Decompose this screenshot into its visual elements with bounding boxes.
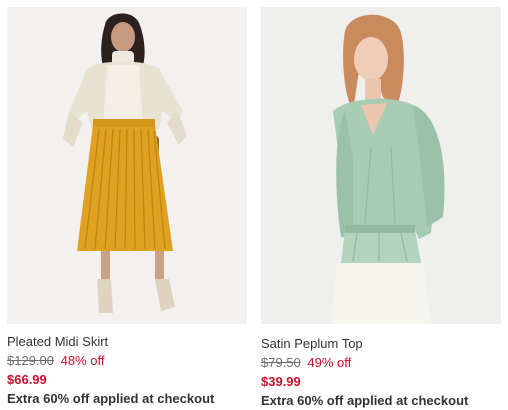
product-name[interactable]: Satin Peplum Top — [261, 336, 501, 352]
original-price: $79.50 — [261, 355, 301, 370]
product-name[interactable]: Pleated Midi Skirt — [7, 334, 247, 350]
product-image[interactable] — [261, 7, 501, 324]
product-card[interactable]: Satin Peplum Top $79.50 49% off $39.99 E… — [261, 0, 501, 409]
sale-price: $39.99 — [261, 374, 301, 389]
product-image[interactable] — [7, 7, 247, 324]
original-price: $129.00 — [7, 353, 54, 368]
sale-price: $66.99 — [7, 372, 47, 387]
promo-text: Extra 60% off applied at checkout — [261, 393, 469, 408]
discount-percent: 48% off — [60, 353, 105, 368]
product-grid: Pleated Midi Skirt $129.00 48% off $66.9… — [0, 0, 508, 410]
top-model-photo — [261, 7, 501, 324]
skirt-model-photo — [7, 7, 247, 324]
product-card[interactable]: Pleated Midi Skirt $129.00 48% off $66.9… — [7, 0, 247, 407]
discount-percent: 49% off — [307, 355, 352, 370]
price-line: $79.50 49% off — [261, 355, 501, 371]
promo-text: Extra 60% off applied at checkout — [7, 391, 215, 406]
price-line: $129.00 48% off — [7, 353, 247, 369]
